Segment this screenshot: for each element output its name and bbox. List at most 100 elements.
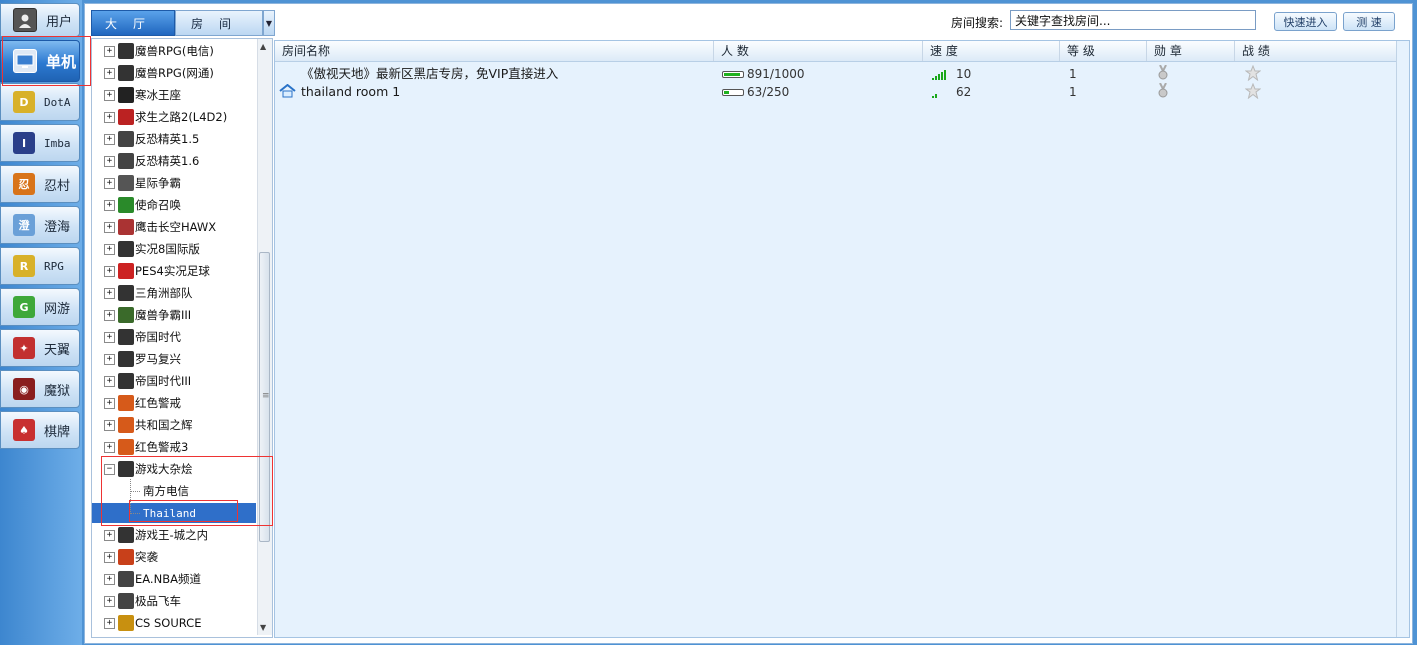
column-header[interactable]: 房间名称 bbox=[275, 41, 714, 61]
expand-icon[interactable]: + bbox=[104, 90, 115, 101]
tree-item[interactable]: +罗马复兴 bbox=[92, 349, 256, 369]
room-row[interactable]: thailand room 163/250621 bbox=[275, 83, 1398, 101]
tree-item[interactable]: +三角洲部队 bbox=[92, 283, 256, 303]
expand-icon[interactable]: + bbox=[104, 596, 115, 607]
tree-subitem[interactable]: Thailand bbox=[92, 503, 256, 523]
expand-icon[interactable]: + bbox=[104, 618, 115, 629]
tree-item-label: 红色警戒 bbox=[135, 395, 181, 411]
speed-value: 10 bbox=[956, 67, 971, 81]
winning-eleven-icon bbox=[118, 241, 134, 257]
sidebar-item-online-game[interactable]: G网游 bbox=[0, 288, 80, 326]
medal-icon bbox=[1157, 83, 1169, 101]
tree-item[interactable]: +反恐精英1.5 bbox=[92, 129, 256, 149]
tree-item[interactable]: +极品飞车 bbox=[92, 591, 256, 611]
tab-room[interactable]: 房间 bbox=[175, 10, 263, 36]
tree-item[interactable]: +突袭 bbox=[92, 547, 256, 567]
sidebar-item-tianyi[interactable]: ✦天翼 bbox=[0, 329, 80, 367]
expand-icon[interactable]: + bbox=[104, 376, 115, 387]
tree-scrollbar[interactable]: ▲ ≡ ▼ bbox=[257, 39, 272, 635]
expand-icon[interactable]: + bbox=[104, 420, 115, 431]
tree-item[interactable]: +反恐精英1.6 bbox=[92, 151, 256, 171]
tree-item[interactable]: +实况8国际版 bbox=[92, 239, 256, 259]
sidebar-item-rpg[interactable]: RRPG bbox=[0, 247, 80, 285]
scroll-thumb[interactable]: ≡ bbox=[259, 252, 270, 542]
column-header[interactable]: 速 度 bbox=[923, 41, 1060, 61]
column-header[interactable]: 等 级 bbox=[1060, 41, 1147, 61]
expand-icon[interactable]: + bbox=[104, 112, 115, 123]
tree-item[interactable]: +魔兽争霸III bbox=[92, 305, 256, 325]
frozen-throne-icon bbox=[118, 87, 134, 103]
tab-hall[interactable]: 大厅 bbox=[91, 10, 175, 36]
expand-icon[interactable]: + bbox=[104, 266, 115, 277]
sidebar-item-chenghai[interactable]: 澄澄海 bbox=[0, 206, 80, 244]
tree-item[interactable]: +PES4实况足球 bbox=[92, 261, 256, 281]
expand-icon[interactable]: + bbox=[104, 288, 115, 299]
scroll-down-icon[interactable]: ▼ bbox=[260, 623, 266, 632]
quick-join-button[interactable]: 快速进入 bbox=[1274, 12, 1337, 31]
grip-icon: ≡ bbox=[262, 391, 270, 401]
sidebar-item-label: 澄海 bbox=[44, 216, 70, 235]
tree-item[interactable]: +CS SOURCE bbox=[92, 613, 256, 633]
column-header[interactable]: 人 数 bbox=[714, 41, 923, 61]
tree-item[interactable]: +寒冰王座 bbox=[92, 85, 256, 105]
expand-icon[interactable]: + bbox=[104, 530, 115, 541]
pes-icon bbox=[118, 263, 134, 279]
tree-item[interactable]: +游戏王-城之内 bbox=[92, 525, 256, 545]
tree-item-label: 帝国时代III bbox=[135, 373, 191, 389]
expand-icon[interactable]: + bbox=[104, 310, 115, 321]
sidebar-item-dota[interactable]: DDotA bbox=[0, 83, 80, 121]
tree-item[interactable]: +EA.NBA频道 bbox=[92, 569, 256, 589]
sidebar-item-card-game[interactable]: ♠棋牌 bbox=[0, 411, 80, 449]
sidebar-item-computer[interactable]: 单机 bbox=[0, 40, 80, 82]
dota-icon: D bbox=[13, 91, 35, 113]
tree-item[interactable]: +求生之路2(L4D2) bbox=[92, 107, 256, 127]
expand-icon[interactable]: + bbox=[104, 332, 115, 343]
tab-dropdown-button[interactable]: ▼ bbox=[263, 10, 275, 36]
scroll-up-icon[interactable]: ▲ bbox=[260, 42, 266, 51]
expand-icon[interactable]: + bbox=[104, 134, 115, 145]
expand-icon[interactable]: + bbox=[104, 46, 115, 57]
card-game-icon: ♠ bbox=[13, 419, 35, 441]
tree-item[interactable]: +鹰击长空HAWX bbox=[92, 217, 256, 237]
search-input[interactable] bbox=[1010, 10, 1256, 30]
tree-item[interactable]: +星际争霸 bbox=[92, 173, 256, 193]
tree-item[interactable]: +红色警戒3 bbox=[92, 437, 256, 457]
tree-item[interactable]: +帝国时代 bbox=[92, 327, 256, 347]
red-alert-icon bbox=[118, 439, 134, 455]
expand-icon[interactable]: + bbox=[104, 222, 115, 233]
view-tabs: 大厅 房间 ▼ bbox=[91, 10, 275, 36]
search-label: 房间搜索: bbox=[951, 14, 1003, 31]
tree-item[interactable]: + 帝国时代III bbox=[92, 371, 256, 391]
expand-icon[interactable]: + bbox=[104, 442, 115, 453]
sidebar-item-imba[interactable]: IImba bbox=[0, 124, 80, 162]
expand-icon[interactable]: + bbox=[104, 354, 115, 365]
speed-test-button[interactable]: 测 速 bbox=[1343, 12, 1395, 31]
room-list-scrollbar[interactable] bbox=[1396, 41, 1409, 637]
tree-item[interactable]: −游戏大杂烩 bbox=[92, 459, 256, 479]
tree-subitem[interactable]: 南方电信 bbox=[92, 481, 256, 501]
room-row[interactable]: 《傲视天地》最新区黑店专房，免VIP直接进入891/1000101 bbox=[275, 65, 1398, 83]
expand-icon[interactable]: + bbox=[104, 156, 115, 167]
sidebar-item-user[interactable]: 用户 bbox=[0, 3, 80, 37]
column-header[interactable]: 勋 章 bbox=[1147, 41, 1235, 61]
expand-icon[interactable]: + bbox=[104, 178, 115, 189]
expand-icon[interactable]: + bbox=[104, 244, 115, 255]
expand-icon[interactable]: + bbox=[104, 574, 115, 585]
collapse-icon[interactable]: − bbox=[104, 464, 115, 475]
red-alert-icon bbox=[118, 417, 134, 433]
expand-icon[interactable]: + bbox=[104, 68, 115, 79]
tree-item[interactable]: + 红色警戒 bbox=[92, 393, 256, 413]
tree-item-label: 使命召唤 bbox=[135, 197, 181, 213]
hawx-icon bbox=[118, 219, 134, 235]
expand-icon[interactable]: + bbox=[104, 200, 115, 211]
rome-icon bbox=[118, 351, 134, 367]
column-header[interactable]: 战 绩 bbox=[1235, 41, 1398, 61]
sidebar-item-ninja-village[interactable]: 忍忍村 bbox=[0, 165, 80, 203]
sidebar-item-moyu[interactable]: ◉魔狱 bbox=[0, 370, 80, 408]
expand-icon[interactable]: + bbox=[104, 552, 115, 563]
expand-icon[interactable]: + bbox=[104, 398, 115, 409]
tree-item[interactable]: +魔兽RPG(网通) bbox=[92, 63, 256, 83]
tree-item[interactable]: +共和国之辉 bbox=[92, 415, 256, 435]
tree-item[interactable]: +魔兽RPG(电信) bbox=[92, 41, 256, 61]
tree-item[interactable]: + 使命召唤 bbox=[92, 195, 256, 215]
